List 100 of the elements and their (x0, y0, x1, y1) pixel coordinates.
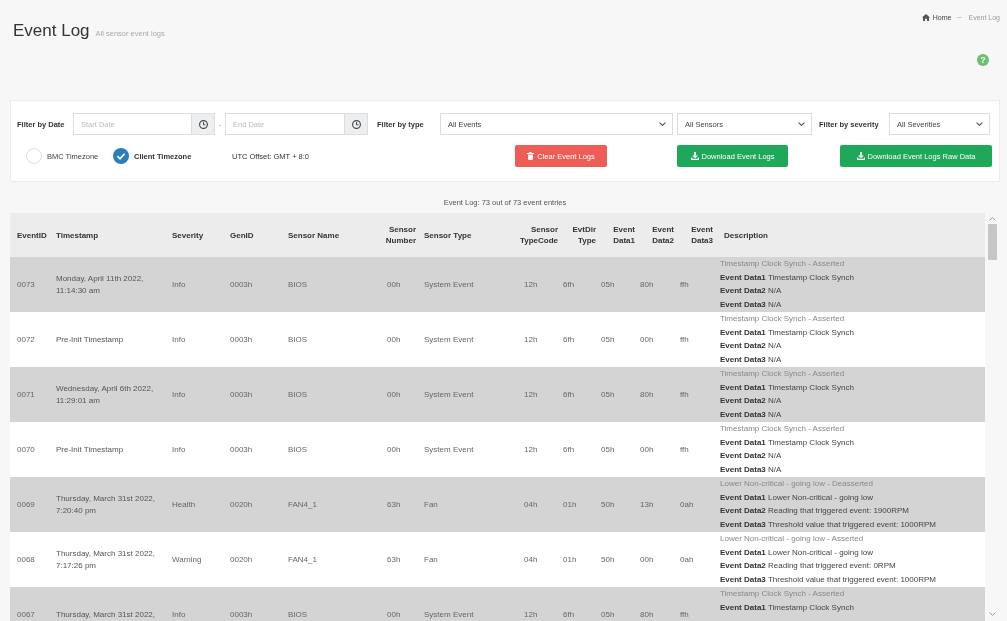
table-cell-text: Info (171, 388, 187, 401)
table-cell-text: BIOS (287, 333, 309, 346)
table-cell-text: System Event (423, 443, 475, 456)
scrollbar-thumb[interactable] (988, 224, 997, 260)
table-cell-text: 63h (386, 553, 402, 566)
table-cell-text: Pre-Init Timestamp (55, 333, 125, 346)
caret-icon (976, 122, 983, 126)
table-cell-text: ffh (679, 388, 690, 401)
table-cell-text: 05h (600, 443, 616, 456)
column-header: Sensor Name (287, 229, 341, 241)
table-cell-text: 12h (523, 608, 539, 621)
table-cell-text: BIOS (287, 388, 309, 401)
clock-icon (351, 119, 361, 129)
table-cell-text: 12h (523, 333, 539, 346)
table-cell-text: 0072 (16, 333, 36, 346)
table-cell-text: 05h (600, 388, 616, 401)
table-cell-text: System Event (423, 388, 475, 401)
description-line: Event Data1 Timestamp Clock Synch (720, 271, 854, 284)
description-line: Event Data1 Timestamp Clock Synch (720, 601, 854, 614)
table-cell-text: 00h (639, 443, 655, 456)
description-line: Event Data3 N/A (720, 298, 782, 311)
table-cell-text: 0067 (16, 608, 36, 621)
table-cell-text: 80h (639, 388, 655, 401)
table-cell-text: Health (171, 498, 197, 511)
description-line: Event Data1 Timestamp Clock Synch (720, 381, 854, 394)
column-header: Severity (171, 229, 205, 241)
table-cell-text: 04h (523, 498, 539, 511)
table-cell-text: ffh (679, 333, 690, 346)
table-cell-text: 12h (523, 443, 539, 456)
description-line: Event Data3 Threshold value that triggered event: 1000RPM (720, 518, 936, 531)
table-cell-text: 6fh (562, 443, 576, 456)
description-line: Event Data3 N/A (720, 408, 782, 421)
page-title: Event Log (13, 21, 90, 41)
table-cell-text: 63h (386, 498, 402, 511)
description-line: Event Data2 N/A (720, 395, 782, 407)
chevron-down-icon[interactable] (989, 612, 996, 616)
date-picker-button[interactable] (192, 113, 215, 135)
download-icon (690, 152, 699, 160)
column-header: Sensor Type (423, 229, 473, 241)
table-cell-text: Warning (171, 553, 203, 566)
description-line: Event Data2 Reading that triggered event: 0RPM (720, 560, 896, 572)
table-cell-text: ffh (679, 443, 690, 456)
table-cell-text: System Event (423, 333, 475, 346)
table-cell-text: FAN4_1 (287, 498, 318, 511)
description-line: Event Data1 Lower Non-critical - going low (720, 491, 873, 504)
table-cell-text: 00h (386, 608, 402, 621)
table-cell-text: Info (171, 333, 187, 346)
description-line: Event Data3 N/A (720, 463, 782, 476)
description-line: Timestamp Clock Synch - Asserted (720, 423, 845, 435)
description-line: Event Data2 N/A (720, 340, 782, 352)
table-cell-text: Fan (423, 498, 439, 511)
description-line: Event Data3 Threshold value that triggered event: 1000RPM (720, 573, 936, 586)
date-picker-button[interactable] (345, 113, 368, 135)
table-cell-text: 0ah (679, 498, 695, 511)
table-cell-text: 50h (600, 553, 616, 566)
table-cell-text: 01h (562, 553, 578, 566)
column-header: GenID (229, 229, 255, 241)
chevron-up-icon[interactable] (989, 217, 996, 221)
table-cell-text: ffh (679, 278, 690, 291)
table-cell-text: 6fh (562, 388, 576, 401)
table-cell-text: BIOS (287, 278, 309, 291)
column-header: Event Data2 (651, 224, 675, 246)
table-cell-text: 04h (523, 553, 539, 566)
description-line: Event Data2 Reading that triggered event: 1900RPM (720, 505, 909, 517)
table-cell-text: 0003h (229, 333, 254, 346)
table-cell-text: Thursday, March 31st 2022, 7:20:40 pm (55, 492, 156, 517)
description-line: Lower Non-critical - going low - Deasserted (720, 478, 873, 490)
column-header: Event Data3 (690, 224, 714, 246)
column-header: Sensor Number (384, 224, 417, 246)
description-line: Event Data2 N/A (720, 450, 782, 462)
table-cell-text: 05h (600, 278, 616, 291)
table-cell-text: 00h (639, 333, 655, 346)
table-cell-text: Info (171, 443, 187, 456)
description-line: Event Data1 Timestamp Clock Synch (720, 436, 854, 449)
table-cell-text: System Event (423, 278, 475, 291)
table-cell-text: 0003h (229, 608, 254, 621)
table-cell-text: 50h (600, 498, 616, 511)
trash-icon (527, 152, 535, 160)
download-icon (856, 152, 865, 160)
description-line: Event Data3 N/A (720, 353, 782, 366)
table-cell-text: 0020h (229, 553, 254, 566)
table-cell-text: Fan (423, 553, 439, 566)
column-header: Description (723, 229, 769, 241)
table-cell-text: System Event (423, 608, 475, 621)
table-cell-text: 00h (386, 388, 402, 401)
table-cell-text: 00h (386, 443, 402, 456)
table-cell-text: 13h (639, 498, 655, 511)
description-line: Event Data2 N/A (720, 285, 782, 297)
table-cell-text: 6fh (562, 333, 576, 346)
description-line: Timestamp Clock Synch - Asserted (720, 368, 845, 380)
caret-icon (659, 122, 666, 126)
table-cell-text: 12h (523, 278, 539, 291)
home-icon (921, 14, 930, 21)
description-line: Lower Non-critical - going low - Asserted (720, 533, 864, 545)
column-header: Sensor TypeCode (518, 224, 559, 246)
table-cell-text: 0073 (16, 278, 36, 291)
table-cell-text: 0069 (16, 498, 36, 511)
table-cell-text: Info (171, 278, 187, 291)
caret-icon (798, 122, 805, 126)
table-cell-text: 05h (600, 608, 616, 621)
